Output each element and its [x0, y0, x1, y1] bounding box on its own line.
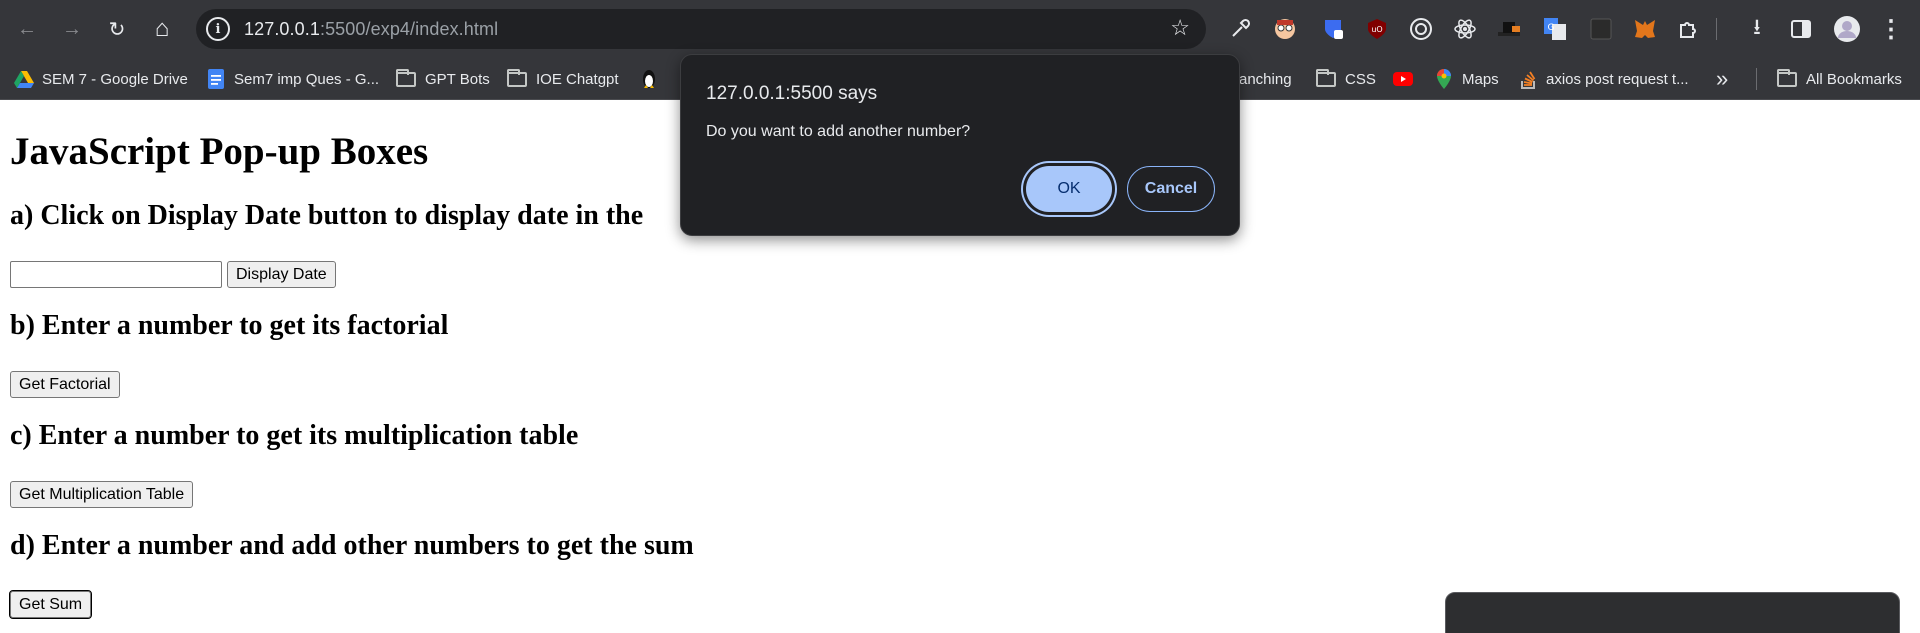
target-extension-icon[interactable] [1406, 14, 1436, 44]
bookmark-all-bookmarks[interactable]: All Bookmarks [1777, 58, 1902, 100]
folder-icon [1316, 68, 1336, 87]
extensions-puzzle-icon[interactable] [1674, 14, 1704, 44]
google-docs-icon [206, 69, 226, 89]
bookmark-label: anching [1239, 70, 1292, 88]
popup-panel [1445, 592, 1900, 633]
bookmark-label: IOE Chatgpt [536, 70, 619, 88]
penguin-icon [639, 69, 659, 89]
url-host: 127.0.0.1 [244, 18, 320, 39]
more-bookmarks-chevron-icon[interactable]: » [1716, 58, 1728, 100]
ok-button[interactable]: OK [1026, 166, 1112, 212]
ublock-extension-icon[interactable]: uO [1362, 14, 1392, 44]
folder-icon [507, 68, 527, 87]
home-icon[interactable]: ⌂ [145, 12, 179, 46]
back-icon[interactable]: ← [10, 12, 44, 46]
svg-text:G: G [1548, 23, 1555, 33]
youtube-icon [1393, 69, 1413, 89]
section-a-heading: a) Click on Display Date button to displ… [10, 200, 644, 231]
dark-square-extension-icon[interactable] [1586, 14, 1616, 44]
folder-icon [396, 68, 416, 87]
confirm-dialog: 127.0.0.1:5500 says Do you want to add a… [680, 54, 1240, 236]
translate-extension-icon[interactable]: G [1540, 14, 1570, 44]
react-devtools-extension-icon[interactable] [1450, 14, 1480, 44]
bookmark-sem7-questions[interactable]: Sem7 imp Ques - G... [206, 58, 379, 100]
url-path: :5500/exp4/index.html [319, 18, 499, 39]
site-info-icon[interactable]: i [206, 17, 230, 41]
face-extension-icon[interactable] [1270, 14, 1300, 44]
svg-text:uO: uO [1371, 25, 1382, 34]
bookmark-folder-gpt-bots[interactable]: GPT Bots [396, 58, 490, 100]
bookmark-label: CSS [1345, 70, 1376, 88]
bookmark-label: Maps [1462, 70, 1499, 88]
url-text[interactable]: 127.0.0.1:5500/exp4/index.html [244, 19, 498, 40]
browser-toolbar: ← → ↻ ⌂ i 127.0.0.1:5500/exp4/index.html… [0, 0, 1920, 58]
bookmark-folder-ioe-chatgpt[interactable]: IOE Chatgpt [507, 58, 619, 100]
folder-icon [1777, 68, 1797, 87]
bookmark-folder-css[interactable]: CSS [1316, 58, 1376, 100]
stackoverflow-icon [1518, 69, 1538, 89]
hat-extension-icon[interactable] [1494, 14, 1524, 44]
toolbar-divider [1716, 18, 1717, 40]
google-maps-icon [1434, 69, 1454, 89]
bookmark-youtube[interactable] [1393, 58, 1421, 100]
section-b-heading: b) Enter a number to get its factorial [10, 310, 449, 341]
section-c-heading: c) Enter a number to get its multiplicat… [10, 420, 579, 451]
bookmark-label: Sem7 imp Ques - G... [234, 70, 380, 88]
bookmark-label: All Bookmarks [1806, 70, 1902, 88]
page-title: JavaScript Pop-up Boxes [10, 130, 429, 173]
download-icon[interactable]: ⭳ [1742, 14, 1772, 44]
bookmark-maps[interactable]: Maps [1434, 58, 1499, 100]
date-field[interactable] [10, 261, 222, 288]
metamask-extension-icon[interactable] [1630, 14, 1660, 44]
bookmark-sem7-drive[interactable]: SEM 7 - Google Drive [14, 58, 188, 100]
reload-icon[interactable]: ↻ [100, 12, 134, 46]
bookmark-label: GPT Bots [425, 70, 490, 88]
google-drive-icon [14, 69, 34, 89]
bitwarden-extension-icon[interactable] [1318, 14, 1348, 44]
get-multiplication-table-button[interactable]: Get Multiplication Table [10, 481, 194, 508]
menu-kebab-icon[interactable]: ⋮ [1876, 14, 1906, 44]
bookmark-linux[interactable] [639, 58, 667, 100]
bookmark-label: SEM 7 - Google Drive [42, 70, 188, 88]
eyedropper-extension-icon[interactable] [1225, 14, 1255, 44]
bookmark-star-icon[interactable]: ☆ [1170, 15, 1190, 41]
dialog-title: 127.0.0.1:5500 says [706, 83, 878, 104]
section-d-heading: d) Enter a number and add other numbers … [10, 530, 694, 561]
get-sum-button[interactable]: Get Sum [8, 590, 93, 619]
bookmark-branching[interactable]: anching [1239, 58, 1292, 100]
bookmark-label: axios post request t... [1546, 70, 1689, 88]
bookmark-axios-post[interactable]: axios post request t... [1518, 58, 1689, 100]
side-panel-icon[interactable] [1786, 14, 1816, 44]
bookmarks-divider [1756, 68, 1757, 90]
forward-icon[interactable]: → [55, 12, 89, 46]
display-date-button[interactable]: Display Date [227, 261, 336, 288]
address-bar[interactable]: i 127.0.0.1:5500/exp4/index.html ☆ [196, 9, 1206, 49]
profile-avatar[interactable] [1832, 14, 1862, 44]
dialog-message: Do you want to add another number? [706, 123, 971, 140]
get-factorial-button[interactable]: Get Factorial [10, 371, 120, 398]
cancel-button[interactable]: Cancel [1127, 166, 1215, 212]
